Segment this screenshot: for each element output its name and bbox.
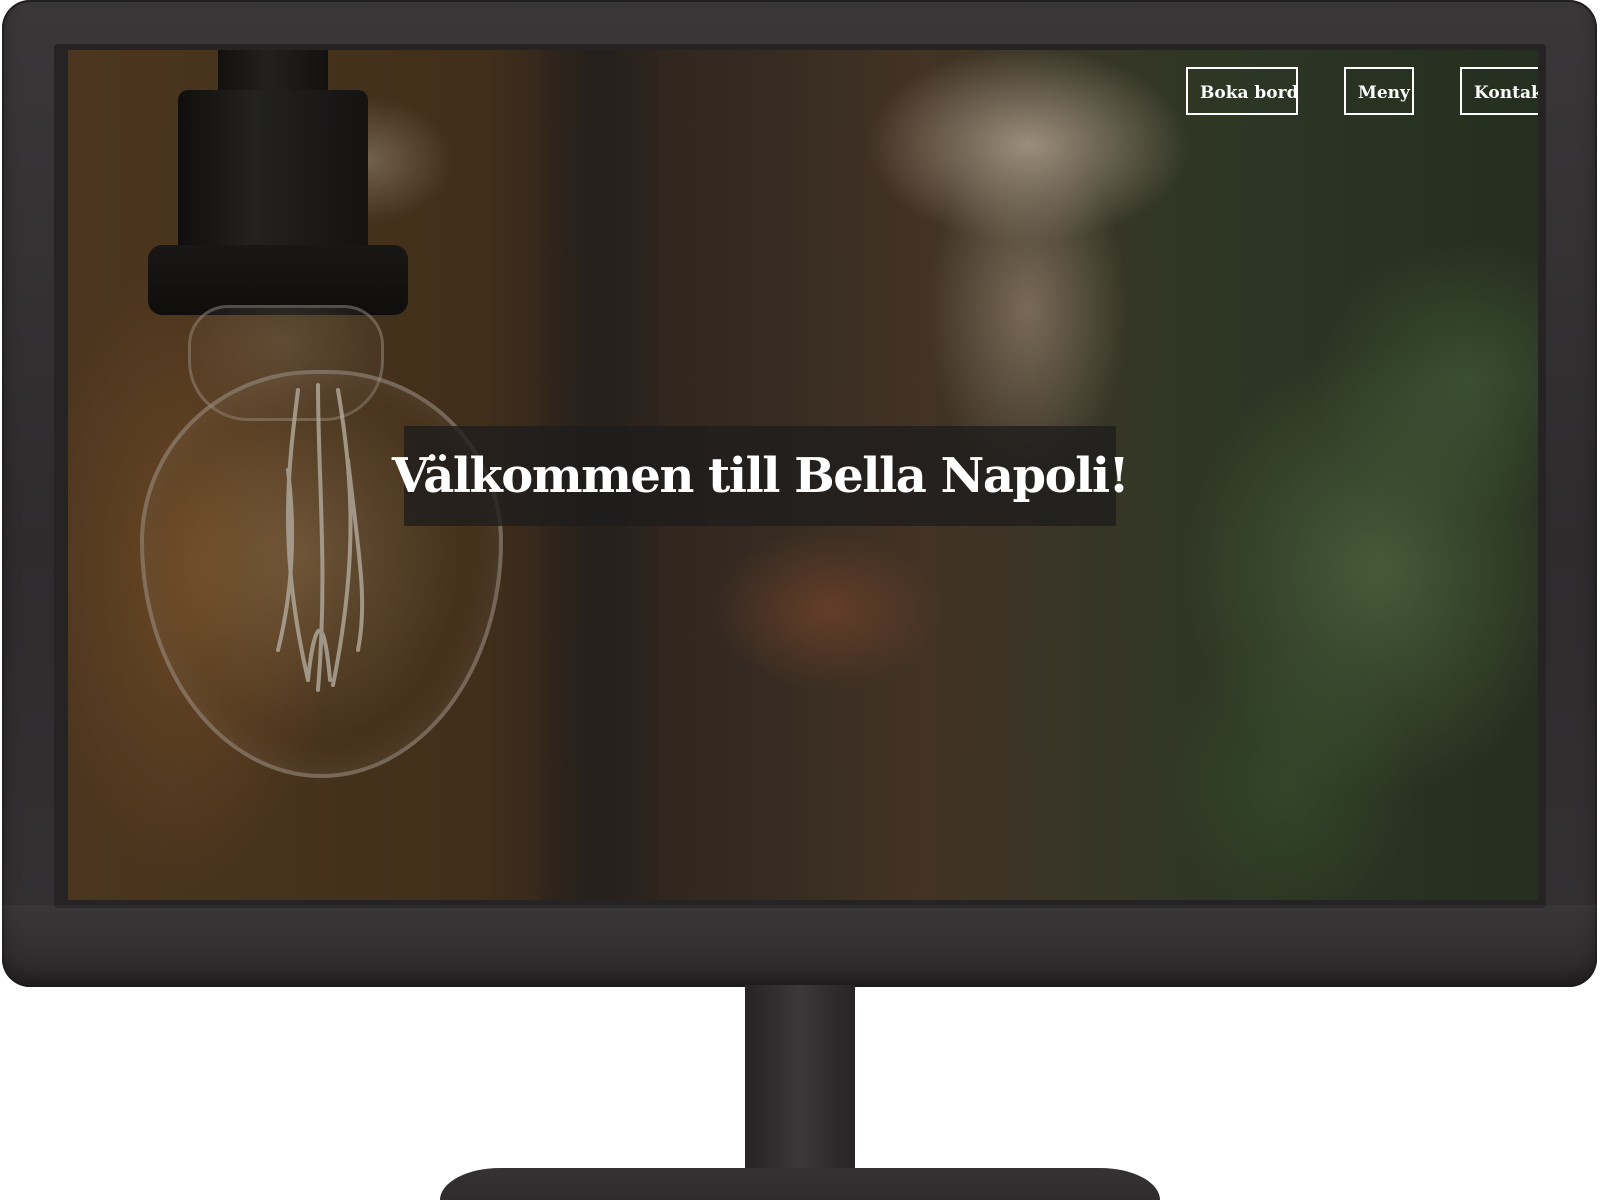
nav-kontakt-button[interactable]: Kontakt — [1460, 67, 1538, 115]
nav-boka-bord-button[interactable]: Boka bord — [1186, 67, 1299, 115]
nav-meny-button[interactable]: Meny — [1344, 67, 1414, 115]
monitor-stand-base — [440, 1168, 1160, 1200]
monitor-mockup: Boka bord Meny Kontakt Välkommen till Be… — [0, 0, 1600, 1200]
hero-title-box: Välkommen till Bella Napoli! — [392, 426, 1130, 526]
monitor-stand-neck — [745, 985, 855, 1170]
website-screen: Boka bord Meny Kontakt Välkommen till Be… — [68, 50, 1538, 900]
monitor-chin — [2, 905, 1597, 987]
hero-title: Välkommen till Bella Napoli! — [391, 448, 1130, 504]
